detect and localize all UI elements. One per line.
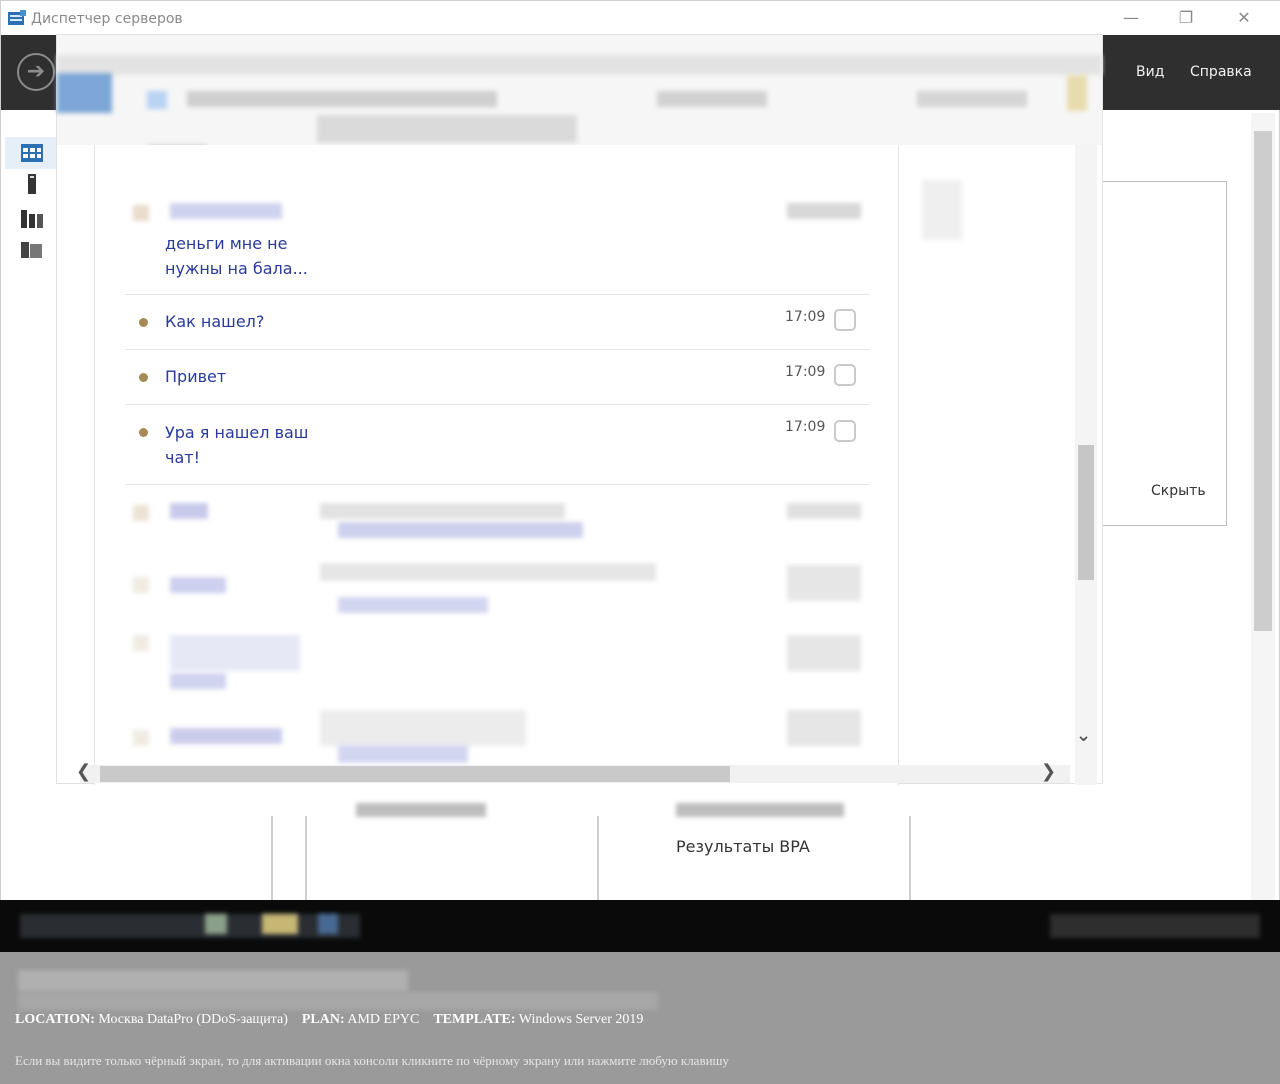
unread-dot — [139, 428, 148, 437]
chevron-left-icon[interactable]: ❮ — [76, 761, 91, 782]
blurred-tile-label — [676, 803, 844, 817]
hide-card — [1096, 181, 1227, 526]
title-bar[interactable]: Диспетчер серверов — ❐ ✕ — [1, 1, 1280, 35]
local-server-icon[interactable] — [21, 172, 43, 194]
restore-button[interactable]: ❐ — [1169, 7, 1203, 29]
chevron-right-icon[interactable]: ❯ — [1041, 761, 1056, 782]
menu-help[interactable]: Справка — [1190, 64, 1252, 80]
message-text: Как нашел? — [165, 312, 265, 331]
location-label: LOCATION: — [15, 1012, 95, 1027]
template-value: Windows Server 2019 — [518, 1012, 644, 1027]
menu-view[interactable]: Вид — [1136, 64, 1164, 80]
tile-bpa — [597, 816, 911, 904]
unread-dot — [139, 318, 148, 327]
message-text: Привет — [165, 367, 227, 386]
template-label: TEMPLATE: — [433, 1012, 516, 1027]
message-checkbox[interactable] — [834, 420, 856, 442]
chat-message-list: деньги мне не нужны на бала... Как нашел… — [94, 145, 899, 785]
list-item[interactable]: Как нашел? 17:09 — [125, 295, 870, 350]
window-title: Диспетчер серверов — [31, 11, 183, 27]
server-info-line: LOCATION: Москва DataPro (DDoS-защита) P… — [15, 1012, 643, 1028]
message-text: деньги мне не нужны на бала... — [165, 234, 308, 278]
all-servers-icon[interactable] — [21, 206, 43, 228]
location-value: Москва DataPro (DDoS-защита) — [98, 1012, 288, 1027]
horizontal-scrollbar-thumb[interactable] — [100, 766, 730, 782]
chat-header-blurred — [57, 35, 1102, 163]
minimize-button[interactable]: — — [1114, 7, 1148, 29]
server-manager-icon — [8, 10, 26, 25]
message-time: 17:09 — [785, 419, 826, 435]
close-button[interactable]: ✕ — [1227, 7, 1261, 29]
unread-dot — [139, 373, 148, 382]
main-scrollbar-thumb[interactable] — [1254, 131, 1272, 631]
hide-link[interactable]: Скрыть — [1151, 483, 1206, 499]
bpa-results-link[interactable]: Результаты BPA — [676, 837, 810, 856]
plan-value: AMD EPYC — [347, 1012, 420, 1027]
console-taskbar[interactable] — [0, 900, 1280, 952]
blurred-tile-label — [356, 803, 486, 817]
list-item[interactable]: Ура я нашел ваш чат! 17:09 — [125, 405, 870, 485]
file-services-icon[interactable] — [21, 238, 43, 260]
chat-popup: деньги мне не нужны на бала... Как нашел… — [57, 35, 1102, 785]
message-time: 17:09 — [785, 364, 826, 380]
chat-scrollbar-thumb[interactable] — [1078, 445, 1094, 580]
dashboard-icon — [21, 144, 43, 162]
chevron-down-icon[interactable]: ⌄ — [1076, 725, 1091, 746]
message-text: Ура я нашел ваш чат! — [165, 423, 309, 467]
message-checkbox[interactable] — [834, 309, 856, 331]
message-time: 17:09 — [785, 309, 826, 325]
left-navigation — [1, 110, 58, 900]
list-item[interactable]: Привет 17:09 — [125, 350, 870, 405]
console-hint-text: Если вы видите только чёрный экран, то д… — [15, 1053, 730, 1068]
plan-label: PLAN: — [301, 1012, 345, 1027]
back-arrow-icon[interactable]: ➔ — [17, 53, 55, 91]
message-checkbox[interactable] — [834, 364, 856, 386]
tile-divider — [271, 816, 307, 904]
list-item[interactable]: деньги мне не нужны на бала... — [125, 210, 870, 295]
